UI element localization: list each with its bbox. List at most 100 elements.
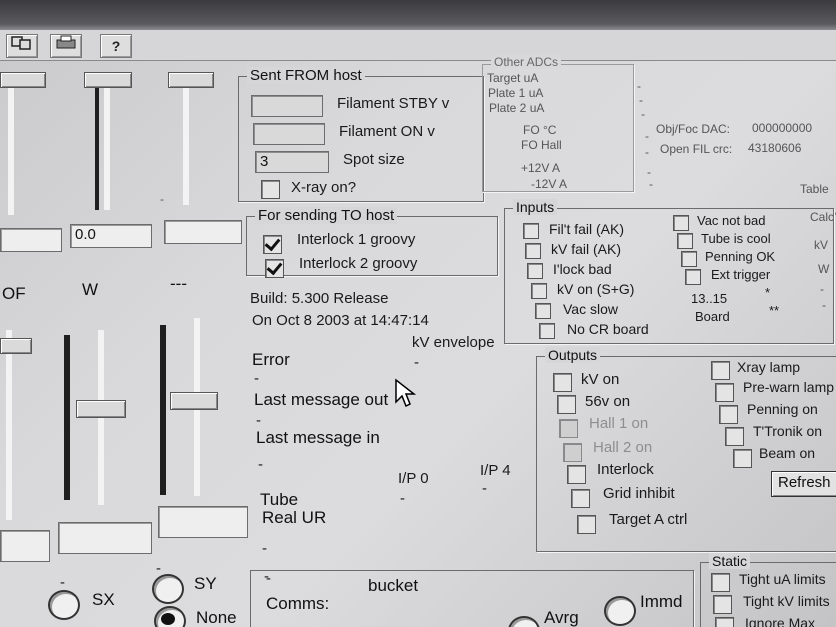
last-message-out-label: Last message out [254,390,389,409]
spot-size-field[interactable]: 3 [255,151,329,173]
output-checkbox[interactable] [553,373,572,392]
filament-on-field[interactable] [253,123,325,145]
slider-thumb-5[interactable] [76,400,126,418]
static-label: Ignore Max [745,615,816,627]
input-checkbox [673,215,689,231]
tube-value: - [262,540,267,557]
slider-value-6[interactable] [158,506,248,538]
output-checkbox[interactable] [715,383,734,402]
output-checkbox[interactable] [577,515,596,534]
group-title: Other ADCs [491,55,562,69]
output-checkbox[interactable] [711,361,730,380]
print-button[interactable] [50,34,82,58]
spot-size-label: Spot size [343,151,405,168]
output-label: 56v on [585,393,631,410]
adc-label: +12V A [521,161,561,175]
static-checkbox[interactable] [713,595,732,614]
input-label: Penning OK [705,249,776,264]
sx-radio[interactable] [48,590,80,620]
output-label: Target A ctrl [609,511,688,528]
open-fil-crc-label: Open FIL crc: [660,142,733,156]
output-checkbox[interactable] [719,405,738,424]
output-checkbox[interactable] [725,427,744,446]
slider-track [160,325,166,495]
none-radio[interactable] [154,606,186,627]
slider-track [8,80,14,215]
group-title: Sent FROM host [247,67,365,84]
monitor-bezel [0,0,836,30]
tube-label: Tube [260,490,299,509]
last-message-in-label: Last message in [256,428,380,447]
board-star-1: * [765,285,771,300]
xray-on-checkbox[interactable] [261,180,280,199]
slider-thumb-4[interactable] [0,338,32,354]
output-checkbox[interactable] [571,489,590,508]
slider-thumb-3[interactable] [168,72,214,88]
interlock2-label: Interlock 2 groovy [299,255,418,272]
real-ur-label: Real UR [262,508,327,527]
output-label: Hall 1 on [589,415,649,432]
input-checkbox [525,243,541,259]
refresh-button[interactable]: Refresh [771,471,836,497]
interlock2-checkbox[interactable] [265,259,284,278]
adc-value: - [637,79,641,93]
filament-stby-label: Filament STBY v [337,95,450,112]
sent-from-host-group: Sent FROM host Filament STBY v Filament … [238,67,484,202]
slider-value-5[interactable] [58,522,152,554]
input-checkbox [685,269,701,285]
slider-thumb-2[interactable] [84,72,132,88]
group-title: For sending TO host [255,207,398,224]
copy-button[interactable] [6,34,38,58]
interlock1-checkbox[interactable] [263,235,282,254]
output-label: Interlock [597,461,654,478]
slider-value-1[interactable] [0,228,62,252]
static-label: Tight uA limits [739,571,826,587]
slider-value-4[interactable] [0,530,50,562]
adc-value: - [649,177,653,191]
help-button[interactable]: ? [100,34,132,58]
output-checkbox[interactable] [557,395,576,414]
output-label: kV on [581,371,620,388]
table-label: Table [800,182,829,196]
sy-radio[interactable] [152,574,184,604]
adc-label: FO Hall [521,138,562,152]
input-checkbox [535,303,551,319]
xray-on-label: X-ray on? [291,179,357,196]
board-range: 13..15 [691,291,728,306]
static-checkbox[interactable] [715,617,734,627]
output-checkbox[interactable] [567,465,586,484]
other-adcs-group: Other ADCs Target uA Plate 1 uA Plate 2 … [482,55,653,192]
input-checkbox [523,223,539,239]
error-value: - [254,370,259,387]
last-message-in-value: - [258,456,263,473]
error-label: Error [252,350,290,369]
build-line-1: Build: 5.300 Release [250,290,389,307]
output-checkbox[interactable] [733,449,752,468]
output-checkbox [563,443,582,462]
adc-label: -12V A [531,177,568,191]
input-checkbox [527,263,543,279]
immd-radio[interactable] [604,596,636,626]
slider-track [6,330,12,520]
input-label: Fil't fail (AK) [549,221,625,237]
slider-track [183,80,189,205]
filament-on-label: Filament ON v [339,123,435,140]
none-label: None [196,608,237,627]
static-group: Static Tight uA limits Tight kV limits I… [700,553,836,627]
slider-value-3[interactable] [164,220,242,244]
kv-envelope-label: kV envelope [412,334,495,351]
kv-envelope-value: - [414,354,419,371]
input-label: I'lock bad [553,261,612,277]
adc-value: - [639,93,643,107]
slider-value-2[interactable]: 0.0 [70,224,152,248]
adc-label: Target uA [487,71,539,85]
slider-thumb-6[interactable] [170,392,218,410]
filament-stby-field[interactable] [251,95,323,117]
input-checkbox [677,233,693,249]
slider-label-3: --- [170,274,187,293]
app-window: ? - 0.0 OF W --- Sent FROM host Filament… [0,0,836,627]
static-checkbox[interactable] [711,573,730,592]
slider-track [104,80,110,210]
slider-thumb-1[interactable] [0,72,46,88]
output-label: Beam on [759,445,816,461]
